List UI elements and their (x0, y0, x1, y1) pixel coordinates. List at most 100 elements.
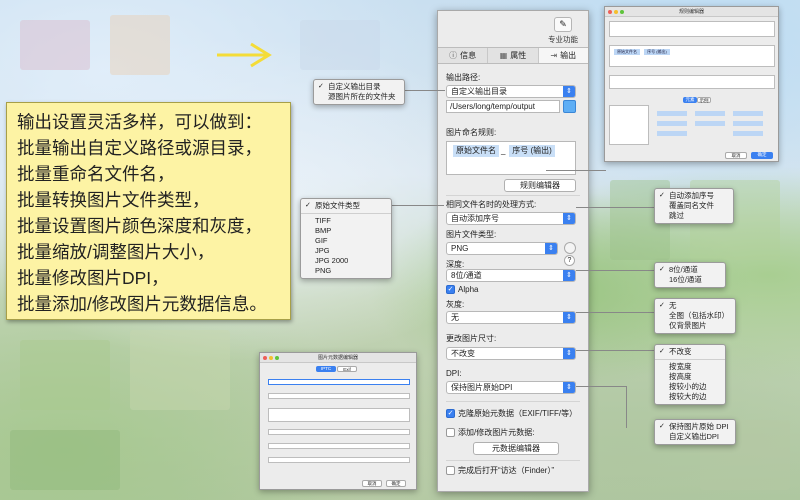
rule-token[interactable]: 原始文件名 (614, 49, 640, 55)
menu-item[interactable]: ✓ 8位/通道 (655, 265, 725, 275)
menu-item[interactable]: TIFF (301, 216, 391, 226)
tab-iptc[interactable]: IPTC (316, 366, 336, 372)
checkbox-empty-icon (446, 466, 455, 475)
depth-menu: ✓ 8位/通道 16位/通道 (654, 262, 726, 288)
resize-select[interactable]: 不改变 ⇕ (446, 347, 576, 360)
element-chip[interactable] (733, 111, 763, 116)
meta-field[interactable] (268, 379, 410, 385)
meta-field[interactable] (268, 443, 410, 449)
rule-token[interactable]: 序号 (输出) (644, 49, 670, 55)
menu-item[interactable]: ✓ 原始文件类型 (301, 201, 391, 214)
dpi-select[interactable]: 保持图片原始DPI ⇕ (446, 381, 576, 394)
output-path-select[interactable]: 自定义输出目录 ⇕ (446, 85, 576, 98)
tab-examples[interactable]: 示例 (697, 97, 711, 103)
naming-token[interactable]: 原始文件名 (453, 145, 499, 157)
element-chip[interactable] (657, 131, 687, 136)
menu-item[interactable]: 16位/通道 (655, 275, 725, 285)
meta-field[interactable] (268, 393, 410, 399)
ok-button[interactable]: 确定 (386, 480, 406, 487)
chevron-updown-icon: ⇕ (563, 312, 575, 323)
menu-item[interactable]: BMP (301, 226, 391, 236)
menu-item-label: TIFF (315, 216, 331, 225)
menu-item[interactable]: JPG 2000 (301, 256, 391, 266)
tab-elements[interactable]: 元素 (683, 97, 697, 103)
menu-item[interactable]: 跳过 (655, 211, 733, 221)
window-title: 规则编辑器 (678, 9, 704, 15)
chevron-updown-icon: ⇕ (563, 348, 575, 359)
pro-features-button[interactable]: ✎ 专业功能 (544, 17, 582, 45)
checkbox-label: 添加/修改图片元数据: (458, 428, 535, 437)
meta-field[interactable] (268, 457, 410, 463)
meta-field[interactable] (268, 408, 410, 422)
menu-item[interactable]: 全图（包括水印） (655, 311, 735, 321)
gray-select[interactable]: 无 ⇕ (446, 311, 576, 324)
checkbox-label: 克隆原始元数据（EXIF/TIFF/等） (458, 409, 578, 418)
same-name-select[interactable]: 自动添加序号 ⇕ (446, 212, 576, 225)
menu-item[interactable]: 源图片所在的文件夹 (314, 92, 404, 102)
tab-exif[interactable]: Exif (337, 366, 357, 372)
meta-field[interactable] (268, 429, 410, 435)
menu-item[interactable]: ✓ 保持图片原始 DPI (655, 422, 735, 432)
menu-item[interactable]: 仅背景图片 (655, 321, 735, 331)
element-chip[interactable] (733, 131, 763, 136)
rule-editor-button[interactable]: 规则编辑器 (504, 179, 576, 192)
minimize-dot-icon[interactable] (269, 356, 273, 360)
file-type-select[interactable]: PNG ⇕ (446, 242, 558, 255)
naming-rule-label: 图片命名规则: (446, 128, 497, 137)
cancel-button[interactable]: 取消 (362, 480, 382, 487)
ok-button[interactable]: 确定 (751, 152, 773, 159)
open-finder-checkbox[interactable]: 完成后打开“访达（Finder）” (446, 465, 554, 476)
tab-output[interactable]: ⇥ 输出 (538, 48, 588, 63)
cancel-button[interactable]: 取消 (725, 152, 747, 159)
menu-item[interactable]: 按高度 (655, 372, 725, 382)
menu-item[interactable]: GIF (301, 236, 391, 246)
output-path-label: 输出路径: (446, 73, 481, 82)
element-chip[interactable] (657, 121, 687, 126)
gear-icon[interactable] (564, 242, 576, 254)
menu-item-label: 原始文件类型 (315, 201, 360, 210)
element-chip[interactable] (733, 121, 763, 126)
close-dot-icon[interactable] (263, 356, 267, 360)
checkmark-icon: ✓ (305, 202, 311, 209)
menu-item[interactable]: ✓ 自动添加序号 (655, 191, 733, 201)
menu-item[interactable]: PNG (301, 266, 391, 276)
output-path-field[interactable]: /Users/long/temp/output (446, 100, 560, 113)
menu-item-label: PNG (315, 266, 332, 275)
menu-item[interactable]: 自定义输出DPI (655, 432, 735, 442)
checkmark-icon: ✓ (318, 83, 324, 90)
tab-info[interactable]: ⓘ 信息 (438, 48, 489, 63)
clone-metadata-checkbox[interactable]: ✓ 克隆原始元数据（EXIF/TIFF/等） (446, 408, 577, 419)
menu-item[interactable]: ✓ 不改变 (655, 347, 725, 360)
menu-item[interactable]: JPG (301, 246, 391, 256)
minimize-dot-icon[interactable] (614, 10, 618, 14)
close-dot-icon[interactable] (608, 10, 612, 14)
rule-field[interactable]: 原始文件名 序号 (输出) (609, 45, 775, 67)
element-chip[interactable] (695, 111, 725, 116)
file-type-label: 图片文件类型: (446, 230, 497, 239)
naming-token[interactable]: 序号 (输出) (509, 145, 555, 157)
checkmark-icon: ✓ (659, 302, 665, 309)
element-list[interactable] (609, 105, 649, 145)
note-line: 批量设置图片颜色深度和灰度， (17, 216, 262, 236)
menu-item[interactable]: 按较小的边 (655, 382, 725, 392)
element-chip[interactable] (657, 111, 687, 116)
select-value: 无 (451, 313, 459, 322)
menu-item[interactable]: ✓ 自定义输出目录 (314, 82, 404, 92)
menu-item[interactable]: 按较大的边 (655, 392, 725, 402)
depth-select[interactable]: 8位/通道 ⇕ (446, 269, 576, 282)
tab-properties[interactable]: ▦ 属性 (488, 48, 539, 63)
zoom-dot-icon[interactable] (275, 356, 279, 360)
connector-line (576, 312, 656, 313)
alpha-checkbox[interactable]: ✓ Alpha (446, 285, 478, 294)
help-icon[interactable]: ? (564, 255, 575, 266)
connector-line (576, 386, 626, 387)
menu-item[interactable]: ✓ 无 (655, 301, 735, 311)
folder-icon[interactable] (563, 100, 576, 113)
modify-metadata-checkbox[interactable]: 添加/修改图片元数据: (446, 427, 534, 438)
menu-item[interactable]: 覆盖同名文件 (655, 201, 733, 211)
element-chip[interactable] (695, 121, 725, 126)
dpi-menu: ✓ 保持图片原始 DPI 自定义输出DPI (654, 419, 736, 445)
zoom-dot-icon[interactable] (620, 10, 624, 14)
menu-item[interactable]: 按宽度 (655, 362, 725, 372)
metadata-editor-button[interactable]: 元数据编辑器 (473, 442, 559, 455)
